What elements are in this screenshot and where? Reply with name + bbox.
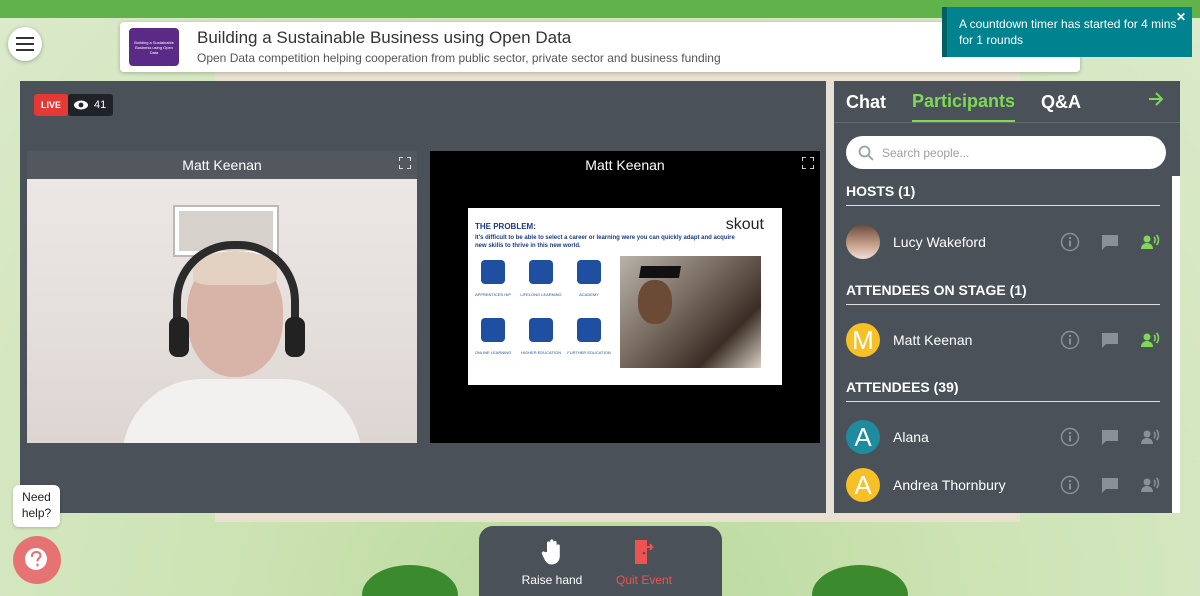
- mic-active-icon[interactable]: [1140, 330, 1160, 350]
- viewer-count: 41: [94, 99, 107, 111]
- tile-name: Matt Keenan: [27, 151, 417, 179]
- tile-name: Matt Keenan: [585, 157, 665, 173]
- hamburger-icon: [16, 37, 34, 51]
- hand-icon: [541, 539, 560, 565]
- info-icon[interactable]: [1060, 475, 1080, 495]
- arrow-right-icon[interactable]: [1148, 91, 1164, 107]
- slide-label: LIFELONG LEARNING: [520, 292, 562, 297]
- stage: LIVE 41 Matt Keenan Matt Keenan THE PROB…: [20, 81, 826, 513]
- further-education-icon: [577, 318, 601, 342]
- graduate-face: [638, 280, 672, 324]
- headset-earcup-left: [169, 317, 189, 357]
- bottom-action-bar: Raise hand Quit Event: [479, 526, 722, 596]
- headset: [173, 241, 299, 351]
- live-badge: LIVE: [34, 94, 68, 116]
- attendees-heading: ATTENDEES (39): [846, 379, 1160, 402]
- info-icon[interactable]: [1060, 427, 1080, 447]
- graduates-photo: [620, 256, 761, 368]
- slide-label: ACADEMY: [579, 292, 599, 297]
- slide-title: THE PROBLEM:: [475, 222, 536, 231]
- participants-panel: Chat Participants Q&A HOSTS (1) Lucy Wak…: [834, 81, 1180, 513]
- video-tile-camera[interactable]: Matt Keenan: [27, 151, 417, 443]
- participant-row[interactable]: M Matt Keenan: [846, 322, 1160, 358]
- apprenticeship-icon: [481, 260, 505, 284]
- participant-row[interactable]: A Alana: [846, 419, 1160, 455]
- higher-education-icon: [529, 318, 553, 342]
- stage-divider: [826, 81, 834, 513]
- mic-inactive-icon[interactable]: [1140, 427, 1160, 447]
- info-icon[interactable]: [1060, 330, 1080, 350]
- raise-hand-label: Raise hand: [521, 573, 583, 587]
- avatar: A: [846, 420, 880, 454]
- video-tile-screenshare[interactable]: Matt Keenan THE PROBLEM: It's difficult …: [430, 151, 820, 443]
- main-menu-button[interactable]: [8, 27, 42, 61]
- academy-icon: [577, 260, 601, 284]
- participant-name: Andrea Thornbury: [893, 477, 1006, 493]
- participant-row[interactable]: A Andrea Thornbury: [846, 467, 1160, 503]
- need-help-line2: help?: [21, 506, 52, 520]
- avatar: M: [846, 323, 880, 357]
- speaker-body: [122, 379, 362, 443]
- on-stage-heading: ATTENDEES ON STAGE (1): [846, 282, 1160, 305]
- eye-icon: [74, 100, 88, 110]
- camera-feed: [27, 179, 417, 443]
- participant-name: Alana: [893, 429, 929, 445]
- event-header: Building a Sustainable Business using Op…: [120, 22, 1080, 72]
- fullscreen-icon[interactable]: [399, 157, 411, 169]
- need-help-line1: Need: [22, 490, 51, 504]
- headset-earcup-right: [285, 317, 305, 357]
- tab-participants[interactable]: Participants: [912, 82, 1016, 122]
- search-box[interactable]: [846, 136, 1166, 169]
- slide-label: ONLINE LEARNING: [474, 350, 512, 355]
- participant-name: Matt Keenan: [893, 332, 973, 348]
- avatar: [846, 225, 880, 259]
- info-icon[interactable]: [1060, 232, 1080, 252]
- hosts-heading: HOSTS (1): [846, 183, 1160, 206]
- tab-chat[interactable]: Chat: [846, 82, 886, 122]
- mic-inactive-icon[interactable]: [1140, 475, 1160, 495]
- message-icon[interactable]: [1100, 232, 1120, 252]
- close-icon[interactable]: ✕: [1176, 9, 1186, 25]
- search-input[interactable]: [882, 145, 1142, 160]
- help-chat-icon: [25, 548, 47, 570]
- viewer-count-badge: 41: [68, 94, 113, 116]
- participant-row[interactable]: Lucy Wakeford: [846, 224, 1160, 260]
- slide-label: HIGHER EDUCATION: [521, 350, 561, 355]
- avatar: A: [846, 468, 880, 502]
- tab-qa[interactable]: Q&A: [1041, 82, 1081, 122]
- panel-tabs: Chat Participants Q&A: [834, 81, 1180, 123]
- event-logo: Building a Sustainable Business using Op…: [129, 28, 179, 66]
- message-icon[interactable]: [1100, 330, 1120, 350]
- event-subtitle: Open Data competition helping cooperatio…: [197, 51, 721, 65]
- online-learning-icon: [481, 318, 505, 342]
- graduation-cap: [638, 266, 682, 278]
- exit-door-icon: [635, 540, 654, 564]
- message-icon[interactable]: [1100, 427, 1120, 447]
- participant-name: Lucy Wakeford: [893, 234, 986, 250]
- message-icon[interactable]: [1100, 475, 1120, 495]
- countdown-toast: ✕ A countdown timer has started for 4 mi…: [942, 7, 1192, 57]
- quit-event-button[interactable]: Quit Event: [599, 538, 689, 587]
- fullscreen-icon[interactable]: [802, 157, 814, 169]
- event-title: Building a Sustainable Business using Op…: [197, 28, 572, 47]
- slide-label: FURTHER EDUCATION: [567, 350, 611, 355]
- search-icon: [858, 145, 874, 161]
- raise-hand-button[interactable]: Raise hand: [507, 538, 597, 587]
- mic-active-icon[interactable]: [1140, 232, 1160, 252]
- slide-label: APPRENTICES HIP: [474, 292, 511, 297]
- quit-event-label: Quit Event: [615, 573, 673, 587]
- presentation-slide: THE PROBLEM: It's difficult to be able t…: [468, 208, 782, 385]
- slide-text: It's difficult to be able to select a ca…: [475, 235, 735, 249]
- panel-scrollbar[interactable]: [1172, 176, 1180, 513]
- help-chat-button[interactable]: [13, 536, 61, 584]
- lifelong-learning-icon: [529, 260, 553, 284]
- slide-logo: skout: [725, 216, 764, 233]
- need-help-bubble: Need help?: [13, 485, 60, 527]
- toast-message: A countdown timer has started for 4 mins…: [959, 17, 1177, 47]
